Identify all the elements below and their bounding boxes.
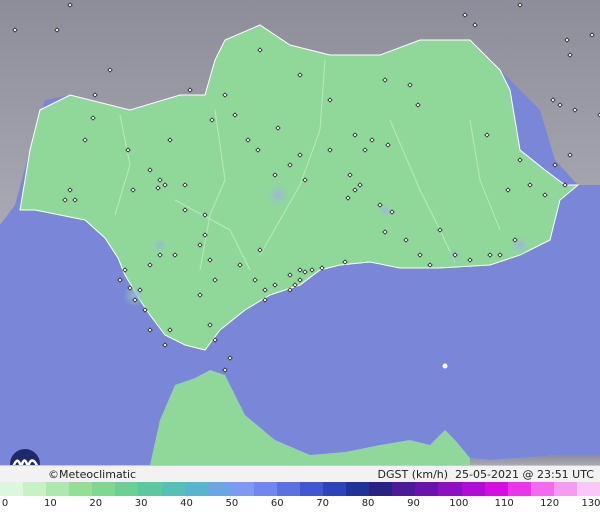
- legend-swatch: [69, 482, 93, 496]
- legend-swatch: [253, 482, 277, 496]
- legend-swatch: [138, 482, 162, 496]
- unit-label: (km/h): [411, 468, 449, 481]
- legend-tick-label: 130: [581, 498, 600, 509]
- time-label: 23:51 UTC: [536, 468, 594, 481]
- legend-tick-label: 30: [134, 498, 148, 509]
- legend-swatch: [461, 482, 485, 496]
- legend-swatch: [438, 482, 462, 496]
- alboran-island: [442, 363, 448, 369]
- legend-tick-label: 10: [44, 498, 57, 509]
- legend-tick-label: 0: [1, 498, 9, 509]
- legend-swatch: [92, 482, 116, 496]
- legend-swatch: [323, 482, 347, 496]
- legend-tick-label: 40: [180, 498, 193, 509]
- legend-swatch: [369, 482, 393, 496]
- legend-tick-label: 20: [89, 498, 103, 509]
- legend-swatch: [23, 482, 47, 496]
- legend-swatch: [0, 482, 24, 496]
- legend-swatch: [392, 482, 416, 496]
- legend-tick-label: 60: [270, 498, 284, 509]
- legend-tick-label: 90: [407, 498, 420, 509]
- legend-swatch: [230, 482, 254, 496]
- map-view[interactable]: [0, 0, 600, 465]
- legend-swatch: [161, 482, 185, 496]
- credit-text: ©Meteoclimatic: [48, 468, 137, 481]
- legend-swatch: [346, 482, 370, 496]
- legend-swatch: [507, 482, 531, 496]
- legend-color-bar: [0, 482, 600, 496]
- legend-tick-label: 110: [494, 498, 514, 509]
- at-label: @: [522, 468, 534, 481]
- date-label: 25-05-2021: [455, 468, 519, 481]
- map-meta: DGST (km/h) 25-05-2021 @ 23:51 UTC: [377, 467, 594, 482]
- variable-label: DGST: [377, 468, 409, 481]
- legend-tick-label: 50: [225, 498, 239, 509]
- color-legend: 0 10 20 30 40 50 60 70 80 90 100 110 120 130: [0, 482, 600, 517]
- legend-swatch: [415, 482, 439, 496]
- legend-tick-label: 100: [449, 498, 469, 509]
- legend-swatch: [300, 482, 324, 496]
- info-bar: ©Meteoclimatic DGST (km/h) 25-05-2021 @ …: [0, 465, 600, 482]
- legend-swatch: [553, 482, 577, 496]
- legend-swatch: [115, 482, 139, 496]
- legend-tick-label: 120: [540, 498, 560, 509]
- map-canvas[interactable]: [0, 0, 600, 465]
- legend-swatch: [207, 482, 231, 496]
- legend-swatch: [484, 482, 508, 496]
- legend-swatch: [184, 482, 208, 496]
- legend-swatch: [276, 482, 301, 496]
- legend-swatch: [530, 482, 554, 496]
- legend-tick-label: 70: [316, 498, 330, 509]
- legend-swatch: [576, 482, 600, 496]
- legend-tick-label: 80: [361, 498, 375, 509]
- legend-swatch: [46, 482, 70, 496]
